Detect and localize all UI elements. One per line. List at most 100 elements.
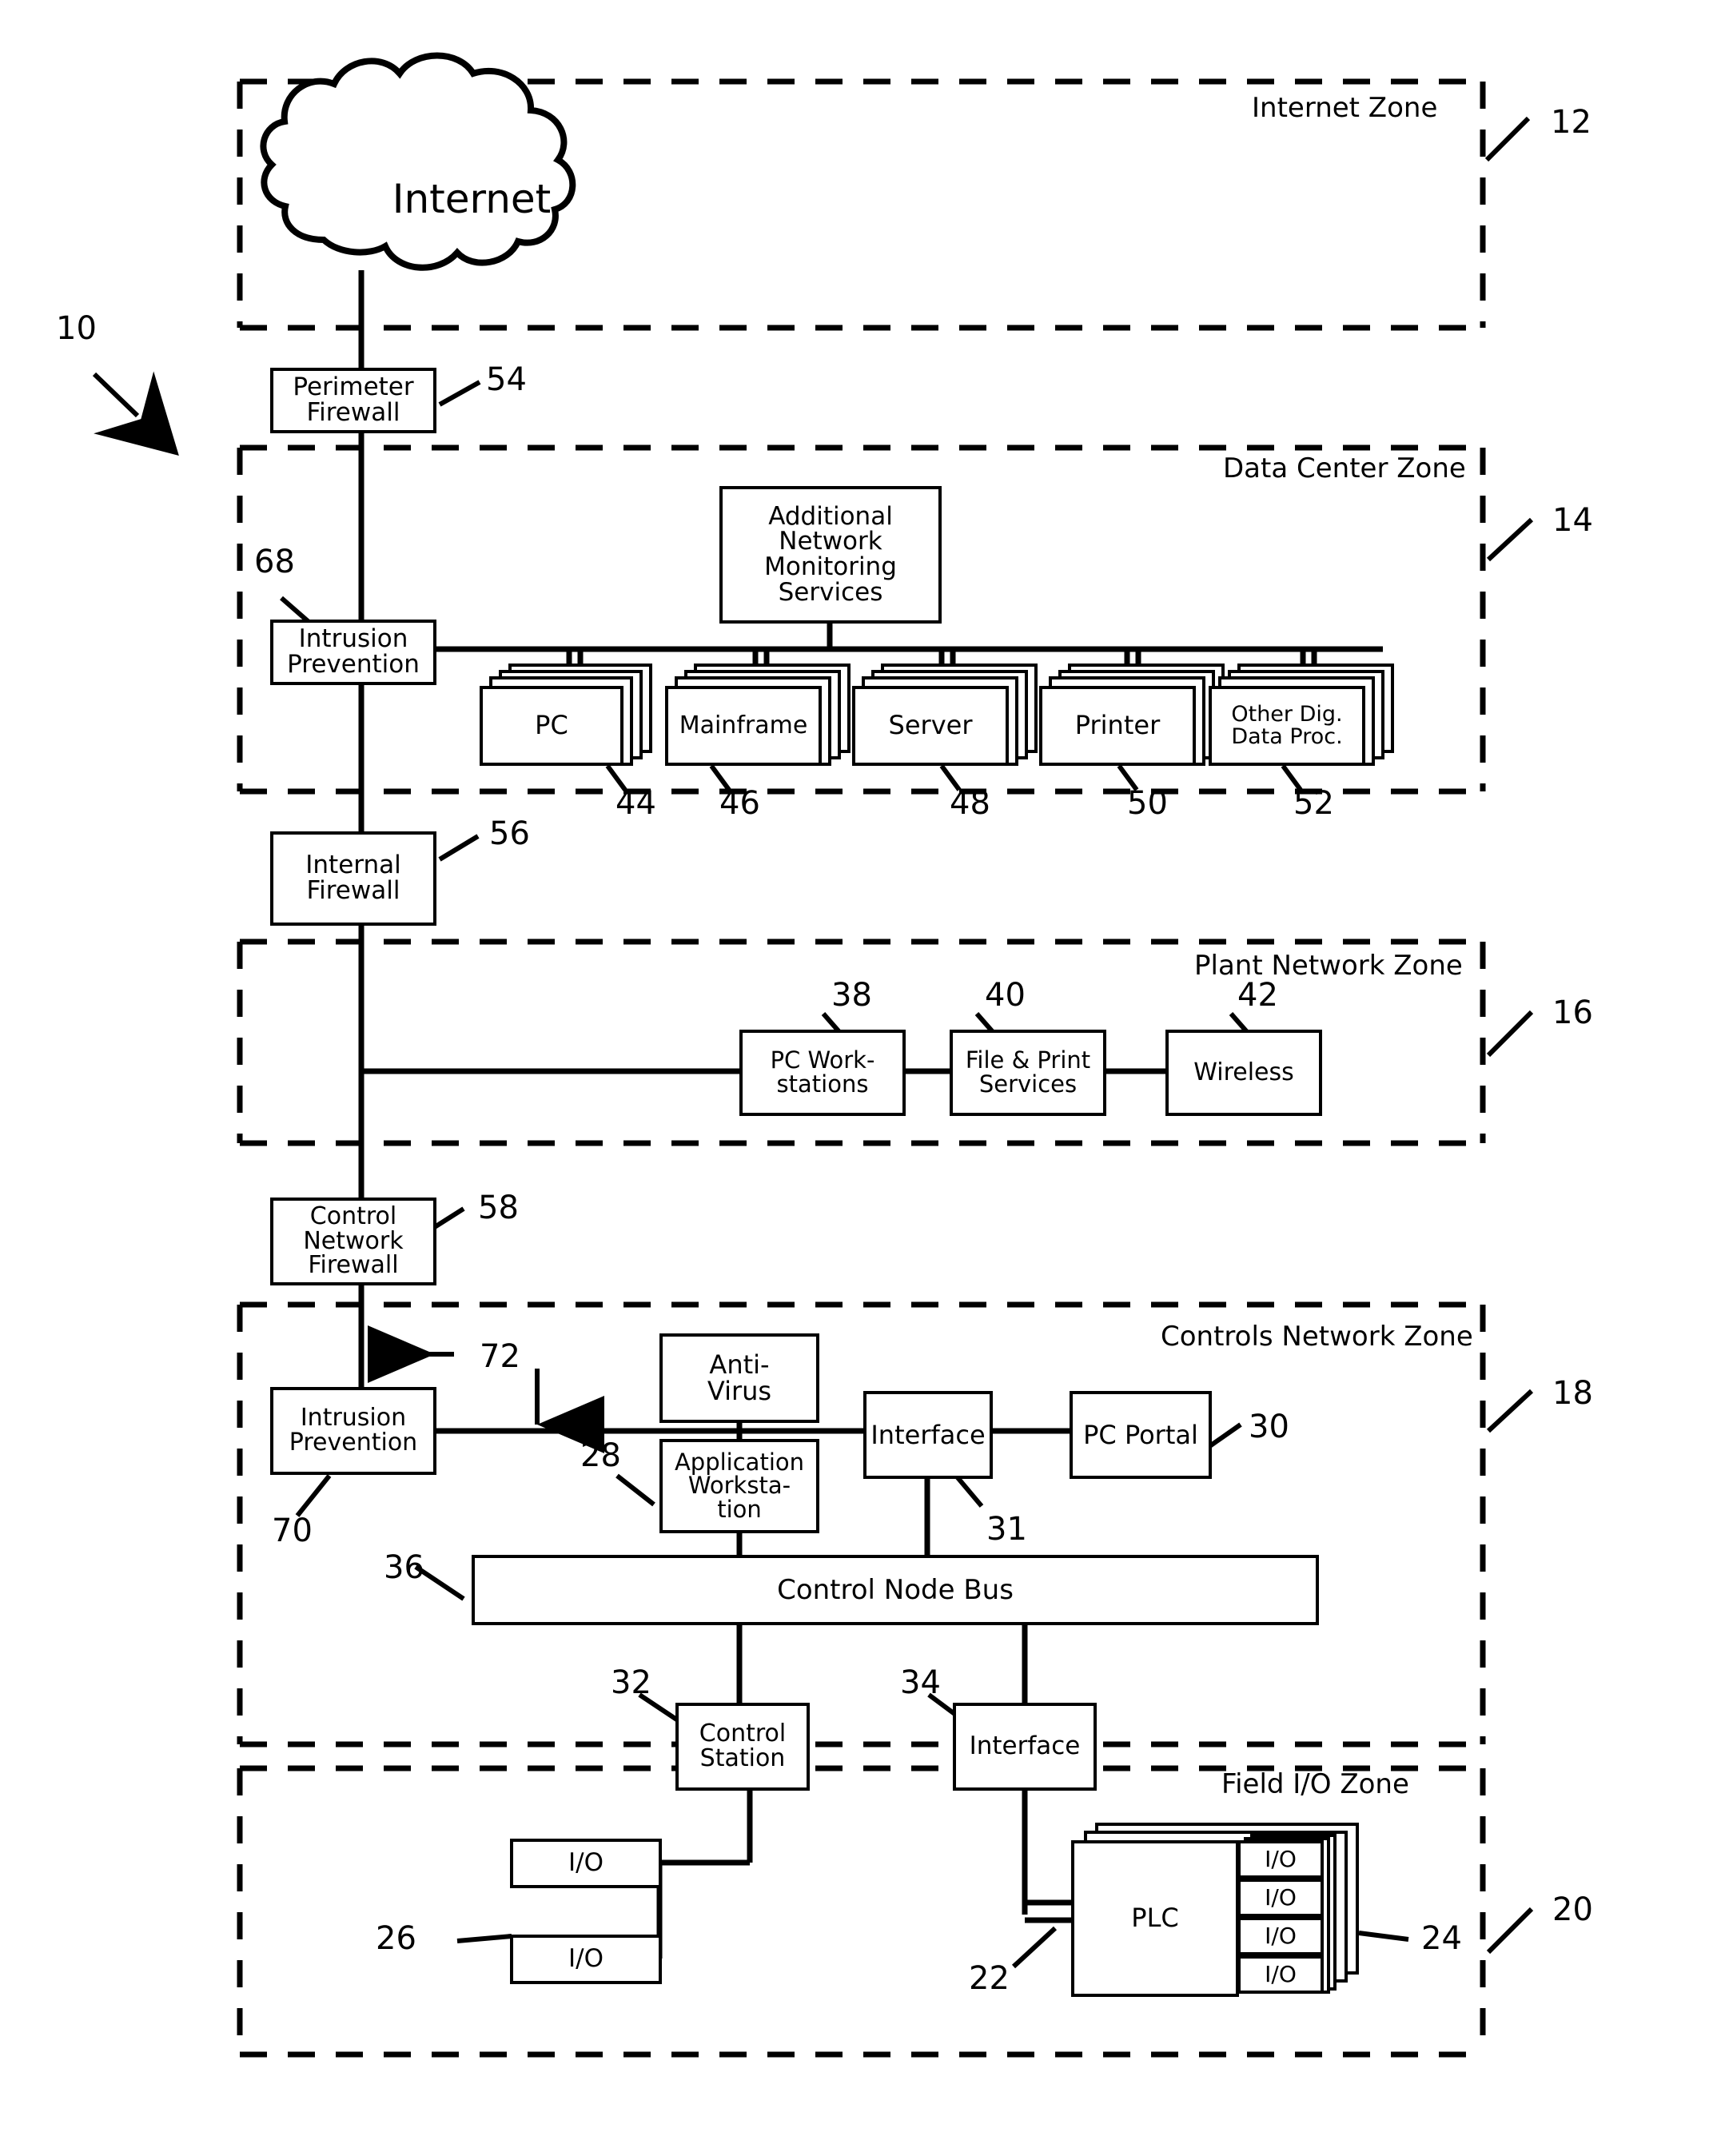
mainframe-device-label: Mainframe bbox=[679, 711, 808, 740]
wireless-block[interactable]: Wireless bbox=[1165, 1030, 1322, 1116]
mainframe-device-front: Mainframe bbox=[665, 686, 822, 766]
interface-block-upper[interactable]: Interface bbox=[863, 1391, 993, 1479]
plc-label: PLC bbox=[1131, 1903, 1179, 1934]
printer-device-front: Printer bbox=[1039, 686, 1196, 766]
additional-network-monitoring-services-label: Additional Network Monitoring Services bbox=[764, 501, 897, 607]
ref-48: 48 bbox=[950, 785, 990, 822]
ref-42: 42 bbox=[1237, 977, 1278, 1014]
plc-io-slot-3-label: I/O bbox=[1265, 1923, 1297, 1950]
io-label-b: I/O bbox=[568, 1944, 604, 1974]
pc-portal-block[interactable]: PC Portal bbox=[1070, 1391, 1212, 1479]
interface-block-lower[interactable]: Interface bbox=[953, 1703, 1097, 1791]
intrusion-prevention-label-datacenter: Intrusion Prevention bbox=[287, 624, 420, 679]
internet-cloud bbox=[260, 52, 576, 271]
application-workstation-block[interactable]: Application Worksta- tion bbox=[659, 1439, 819, 1533]
ref-34: 34 bbox=[900, 1664, 941, 1701]
ref-68: 68 bbox=[254, 544, 295, 580]
ref-46: 46 bbox=[719, 785, 760, 822]
interface-label-lower: Interface bbox=[969, 1732, 1081, 1761]
file-and-print-services-label: File & Print Services bbox=[965, 1046, 1091, 1098]
intrusion-prevention-label-controls: Intrusion Prevention bbox=[289, 1404, 418, 1457]
zone-ref-12: 12 bbox=[1551, 104, 1592, 141]
zone-boundary-controls bbox=[237, 1301, 1486, 1748]
ref-36: 36 bbox=[384, 1549, 424, 1586]
server-device-front: Server bbox=[852, 686, 1009, 766]
pc-device-label: PC bbox=[535, 710, 568, 741]
other-digital-data-processor-stack[interactable]: Other Dig. Data Proc. bbox=[1209, 664, 1394, 767]
zone-ref-14: 14 bbox=[1552, 502, 1593, 539]
control-station-block[interactable]: Control Station bbox=[675, 1703, 810, 1791]
ref-54: 54 bbox=[486, 361, 527, 398]
server-device-stack[interactable]: Server bbox=[852, 664, 1038, 767]
ref-31: 31 bbox=[986, 1511, 1027, 1548]
perimeter-firewall-label: Perimeter Firewall bbox=[293, 373, 414, 427]
ref-40: 40 bbox=[985, 977, 1026, 1014]
pc-portal-label: PC Portal bbox=[1083, 1419, 1198, 1450]
io-block-a[interactable]: I/O bbox=[510, 1839, 662, 1888]
plc-io-slot-4-label: I/O bbox=[1265, 1961, 1297, 1988]
ref-44: 44 bbox=[615, 785, 656, 822]
io-label-a: I/O bbox=[568, 1848, 604, 1878]
ref-26: 26 bbox=[376, 1920, 416, 1957]
pc-workstations-label: PC Work- stations bbox=[770, 1046, 875, 1098]
ref-32: 32 bbox=[611, 1664, 651, 1701]
other-dig-device-label: Other Dig. Data Proc. bbox=[1231, 701, 1343, 749]
ref-58: 58 bbox=[478, 1190, 519, 1226]
ref-30: 30 bbox=[1249, 1409, 1289, 1445]
control-network-firewall-label: Control Network Firewall bbox=[303, 1202, 404, 1280]
server-device-label: Server bbox=[888, 710, 973, 741]
ref-38: 38 bbox=[831, 977, 872, 1014]
mainframe-device-stack[interactable]: Mainframe bbox=[665, 664, 851, 767]
additional-network-monitoring-services-block[interactable]: Additional Network Monitoring Services bbox=[719, 486, 942, 624]
plc-io-slot-2-label: I/O bbox=[1265, 1884, 1297, 1911]
anti-virus-block[interactable]: Anti- Virus bbox=[659, 1333, 819, 1423]
pc-device-stack[interactable]: PC bbox=[480, 664, 655, 767]
internal-firewall-label: Internal Firewall bbox=[305, 851, 401, 905]
file-and-print-services-block[interactable]: File & Print Services bbox=[950, 1030, 1106, 1116]
perimeter-firewall-block[interactable]: Perimeter Firewall bbox=[270, 368, 436, 433]
ref-50: 50 bbox=[1127, 785, 1168, 822]
zone-label-internet: Internet Zone bbox=[1252, 92, 1438, 124]
zone-ref-16: 16 bbox=[1552, 994, 1593, 1031]
ref-56: 56 bbox=[489, 815, 530, 852]
printer-device-stack[interactable]: Printer bbox=[1039, 664, 1225, 767]
printer-device-label: Printer bbox=[1074, 710, 1161, 741]
plc-front: PLC bbox=[1071, 1840, 1239, 1997]
internet-cloud-label: Internet bbox=[392, 176, 552, 222]
plc-io-slot-1-label: I/O bbox=[1265, 1846, 1297, 1873]
interface-label-upper: Interface bbox=[870, 1419, 986, 1450]
plc-assembly[interactable]: PLC I/O I/O I/O I/O bbox=[1071, 1823, 1375, 2007]
control-node-bus-label: Control Node Bus bbox=[777, 1573, 1014, 1606]
io-block-b[interactable]: I/O bbox=[510, 1935, 662, 1984]
plc-io-slot-4: I/O bbox=[1237, 1955, 1324, 1994]
zone-label-controls: Controls Network Zone bbox=[1161, 1321, 1473, 1353]
pc-workstations-block[interactable]: PC Work- stations bbox=[739, 1030, 906, 1116]
ref-22: 22 bbox=[969, 1960, 1010, 1997]
ref-70: 70 bbox=[272, 1512, 313, 1549]
zone-label-fieldio: Field I/O Zone bbox=[1221, 1768, 1409, 1800]
plc-io-slot-3: I/O bbox=[1237, 1917, 1324, 1955]
zone-ref-20: 20 bbox=[1552, 1891, 1593, 1928]
other-dig-device-front: Other Dig. Data Proc. bbox=[1209, 686, 1365, 766]
control-network-firewall-block[interactable]: Control Network Firewall bbox=[270, 1198, 436, 1285]
plc-io-slot-1: I/O bbox=[1237, 1840, 1324, 1879]
ref-28: 28 bbox=[580, 1437, 621, 1474]
zone-ref-18: 18 bbox=[1552, 1375, 1593, 1412]
zone-label-plant: Plant Network Zone bbox=[1194, 950, 1463, 982]
intrusion-prevention-block-datacenter[interactable]: Intrusion Prevention bbox=[270, 620, 436, 685]
control-station-label: Control Station bbox=[699, 1720, 787, 1772]
control-node-bus-block[interactable]: Control Node Bus bbox=[472, 1555, 1319, 1625]
ref-72: 72 bbox=[480, 1338, 520, 1375]
application-workstation-label: Application Worksta- tion bbox=[674, 1448, 805, 1523]
figure-reference-number: 10 bbox=[56, 310, 97, 347]
intrusion-prevention-block-controls[interactable]: Intrusion Prevention bbox=[270, 1387, 436, 1475]
internal-firewall-block[interactable]: Internal Firewall bbox=[270, 831, 436, 926]
anti-virus-label: Anti- Virus bbox=[707, 1349, 772, 1406]
ref-52: 52 bbox=[1293, 785, 1334, 822]
ref-24: 24 bbox=[1421, 1920, 1462, 1957]
pc-device-front: PC bbox=[480, 686, 623, 766]
zone-label-datacenter: Data Center Zone bbox=[1223, 452, 1466, 484]
patent-figure: 10 Internet Internet Zone 12 Data Center… bbox=[0, 0, 1717, 2156]
wireless-label: Wireless bbox=[1193, 1058, 1294, 1086]
plc-io-slot-2: I/O bbox=[1237, 1879, 1324, 1917]
